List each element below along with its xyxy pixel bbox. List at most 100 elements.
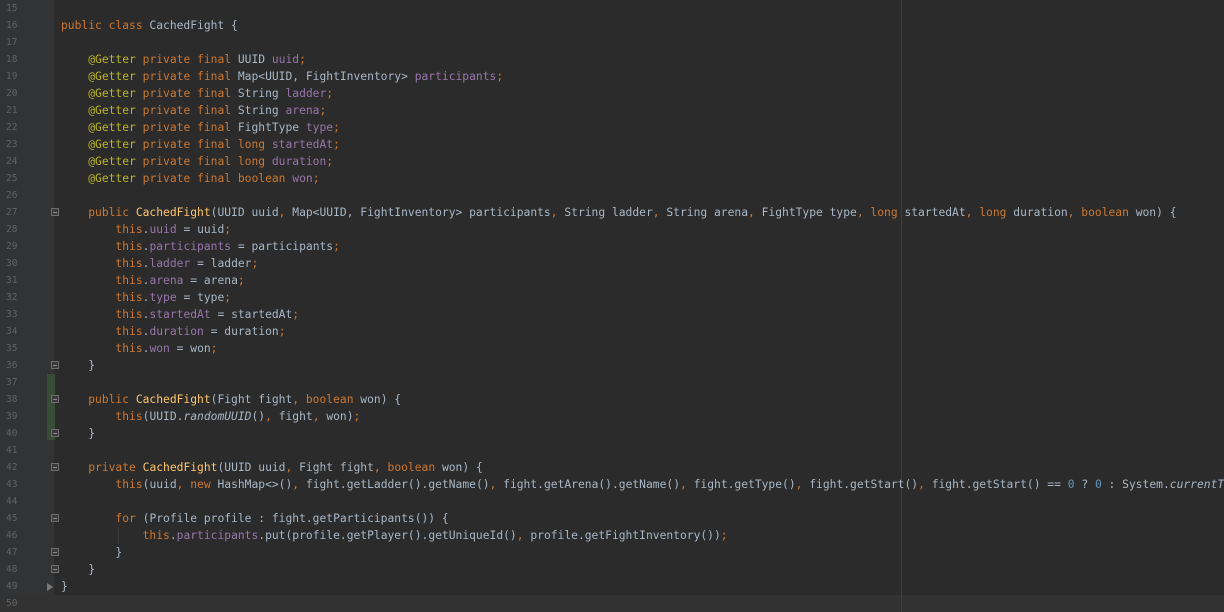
fold-end-icon[interactable] bbox=[51, 565, 59, 573]
code-line[interactable]: 47 } bbox=[0, 544, 1224, 561]
code-text[interactable]: this.participants = participants; bbox=[61, 238, 340, 255]
code-text[interactable]: public CachedFight(Fight fight, boolean … bbox=[61, 391, 401, 408]
code-line[interactable]: 46 this.participants.put(profile.getPlay… bbox=[0, 527, 1224, 544]
code-text[interactable]: } bbox=[61, 357, 95, 374]
code-line[interactable]: 31 this.arena = arena; bbox=[0, 272, 1224, 289]
code-text[interactable]: this.ladder = ladder; bbox=[61, 255, 258, 272]
code-line[interactable]: 33 this.startedAt = startedAt; bbox=[0, 306, 1224, 323]
code-text[interactable]: this(uuid, new HashMap<>(), fight.getLad… bbox=[61, 476, 1224, 493]
code-text[interactable]: for (Profile profile : fight.getParticip… bbox=[61, 510, 448, 527]
code-token: fight.getStart() == bbox=[931, 478, 1068, 491]
code-token: ladder bbox=[149, 257, 191, 270]
code-line[interactable]: 30 this.ladder = ladder; bbox=[0, 255, 1224, 272]
code-line[interactable]: 25 @Getter private final boolean won; bbox=[0, 170, 1224, 187]
line-number: 15 bbox=[6, 3, 18, 14]
code-text[interactable]: } bbox=[61, 561, 95, 578]
code-line[interactable]: 24 @Getter private final long duration; bbox=[0, 153, 1224, 170]
line-number: 42 bbox=[6, 462, 18, 473]
code-line[interactable]: 39 this(UUID.randomUUID(), fight, won); bbox=[0, 408, 1224, 425]
code-text[interactable]: public class CachedFight { bbox=[61, 17, 238, 34]
line-number: 19 bbox=[6, 71, 18, 82]
code-line[interactable]: 42 private CachedFight(UUID uuid, Fight … bbox=[0, 459, 1224, 476]
code-text[interactable]: this.arena = arena; bbox=[61, 272, 244, 289]
code-text[interactable]: @Getter private final String ladder; bbox=[61, 85, 333, 102]
code-line[interactable]: 41 bbox=[0, 442, 1224, 459]
code-text[interactable]: } bbox=[61, 544, 122, 561]
code-line[interactable]: 44 bbox=[0, 493, 1224, 510]
code-editor[interactable]: 15 16 public class CachedFight { 17 18 @Gett… bbox=[0, 0, 1224, 612]
code-text[interactable]: private CachedFight(UUID uuid, Fight fig… bbox=[61, 459, 483, 476]
code-token: @Getter bbox=[88, 104, 143, 117]
code-line[interactable]: 50 bbox=[0, 595, 1224, 612]
code-text[interactable]: this.startedAt = startedAt; bbox=[61, 306, 299, 323]
code-line[interactable]: 43 this(uuid, new HashMap<>(), fight.get… bbox=[0, 476, 1224, 493]
code-token: = uuid bbox=[176, 223, 225, 236]
fold-collapse-icon[interactable] bbox=[51, 463, 59, 471]
fold-collapse-icon[interactable] bbox=[51, 208, 59, 216]
code-text[interactable]: @Getter private final FightType type; bbox=[61, 119, 340, 136]
code-line[interactable]: 19 @Getter private final Map<UUID, Fight… bbox=[0, 68, 1224, 85]
code-token: this bbox=[142, 529, 170, 542]
fold-collapse-icon[interactable] bbox=[51, 395, 59, 403]
code-line[interactable]: 38 public CachedFight(Fight fight, boole… bbox=[0, 391, 1224, 408]
code-text[interactable]: this.participants.put(profile.getPlayer(… bbox=[61, 527, 728, 544]
line-number: 37 bbox=[6, 377, 18, 388]
fold-end-icon[interactable] bbox=[51, 429, 59, 437]
code-area[interactable]: 15 16 public class CachedFight { 17 18 @Gett… bbox=[0, 0, 1224, 612]
code-token: this bbox=[115, 291, 143, 304]
code-token: uuid bbox=[149, 223, 177, 236]
code-line[interactable]: 23 @Getter private final long startedAt; bbox=[0, 136, 1224, 153]
code-text[interactable]: this(UUID.randomUUID(), fight, won); bbox=[61, 408, 360, 425]
code-line[interactable]: 20 @Getter private final String ladder; bbox=[0, 85, 1224, 102]
fold-arrow-icon[interactable] bbox=[47, 583, 53, 591]
code-line[interactable]: 16 public class CachedFight { bbox=[0, 17, 1224, 34]
code-line[interactable]: 26 bbox=[0, 187, 1224, 204]
code-text[interactable]: } bbox=[61, 578, 68, 595]
code-token: () bbox=[251, 410, 266, 423]
code-line[interactable]: 34 this.duration = duration; bbox=[0, 323, 1224, 340]
fold-end-icon[interactable] bbox=[51, 361, 59, 369]
code-token: , long bbox=[965, 206, 1014, 219]
code-line[interactable]: 27 public CachedFight(UUID uuid, Map<UUI… bbox=[0, 204, 1224, 221]
code-text[interactable]: this.duration = duration; bbox=[61, 323, 285, 340]
line-number: 35 bbox=[6, 343, 18, 354]
code-line[interactable]: 21 @Getter private final String arena; bbox=[0, 102, 1224, 119]
code-line[interactable]: 32 this.type = type; bbox=[0, 289, 1224, 306]
code-line[interactable]: 49} bbox=[0, 578, 1224, 595]
code-token: duration bbox=[149, 325, 204, 338]
code-line[interactable]: 36 } bbox=[0, 357, 1224, 374]
code-line[interactable]: 22 @Getter private final FightType type; bbox=[0, 119, 1224, 136]
code-token: private final long bbox=[142, 155, 272, 168]
code-line[interactable]: 48 } bbox=[0, 561, 1224, 578]
code-text[interactable]: @Getter private final boolean won; bbox=[61, 170, 319, 187]
code-line[interactable]: 45 for (Profile profile : fight.getParti… bbox=[0, 510, 1224, 527]
fold-collapse-icon[interactable] bbox=[51, 514, 59, 522]
code-line[interactable]: 28 this.uuid = uuid; bbox=[0, 221, 1224, 238]
code-line[interactable]: 17 bbox=[0, 34, 1224, 51]
code-text[interactable]: } bbox=[61, 425, 95, 442]
code-line[interactable]: 37 bbox=[0, 374, 1224, 391]
code-text[interactable]: @Getter private final Map<UUID, FightInv… bbox=[61, 68, 503, 85]
code-line[interactable]: 15 bbox=[0, 0, 1224, 17]
line-number: 41 bbox=[6, 445, 18, 456]
code-text[interactable]: @Getter private final long duration; bbox=[61, 153, 333, 170]
code-text[interactable]: @Getter private final String arena; bbox=[61, 102, 326, 119]
fold-end-icon[interactable] bbox=[51, 548, 59, 556]
code-text[interactable]: @Getter private final UUID uuid; bbox=[61, 51, 306, 68]
code-line[interactable]: 29 this.participants = participants; bbox=[0, 238, 1224, 255]
code-token: won) { bbox=[360, 393, 402, 406]
code-text[interactable]: this.uuid = uuid; bbox=[61, 221, 231, 238]
code-token: , boolean bbox=[1067, 206, 1136, 219]
line-number: 17 bbox=[6, 37, 18, 48]
code-token: 0 bbox=[1094, 478, 1102, 491]
code-text[interactable]: public CachedFight(UUID uuid, Map<UUID, … bbox=[61, 204, 1176, 221]
code-text[interactable]: this.won = won; bbox=[61, 340, 217, 357]
code-text[interactable]: this.type = type; bbox=[61, 289, 231, 306]
code-line[interactable]: 18 @Getter private final UUID uuid; bbox=[0, 51, 1224, 68]
code-token: won bbox=[149, 342, 170, 355]
code-token: @Getter bbox=[88, 155, 143, 168]
code-text[interactable]: @Getter private final long startedAt; bbox=[61, 136, 340, 153]
code-line[interactable]: 40 } bbox=[0, 425, 1224, 442]
code-line[interactable]: 35 this.won = won; bbox=[0, 340, 1224, 357]
